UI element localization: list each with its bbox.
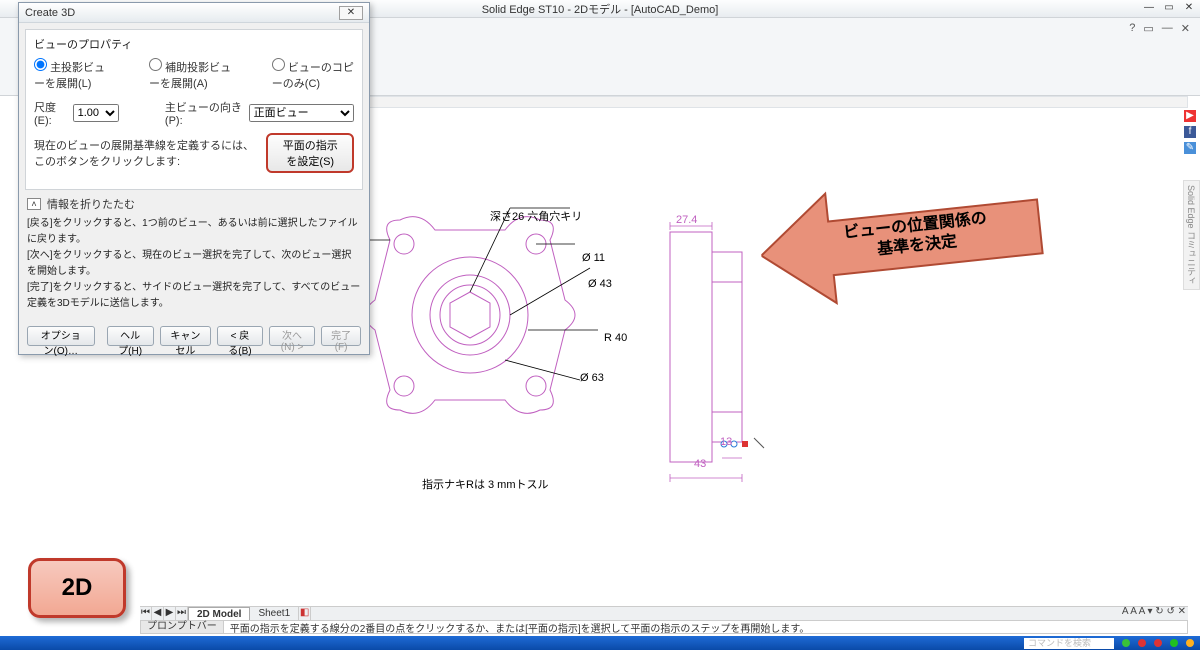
status-taskbar: コマンドを検索 [0, 636, 1200, 650]
group-title: ビューのプロパティ [34, 36, 354, 52]
label-dia63: Ø 63 [580, 372, 604, 384]
cancel-button[interactable]: キャンセル [160, 326, 211, 346]
radio-main-projection[interactable]: 主投影ビューを展開(L) [34, 58, 115, 91]
youtube-icon[interactable]: ▶ [1184, 110, 1196, 122]
orient-select[interactable]: 正面ビュー [249, 104, 354, 122]
sheet-tabs: ⏮ ◀ ▶ ⏭ 2D Model Sheet1 ◧ [140, 606, 1188, 620]
collapse-info-icon[interactable]: ˄ [27, 198, 41, 210]
options-button[interactable]: オプション(O)… [27, 326, 95, 346]
back-button[interactable]: < 戻る(B) [217, 326, 263, 346]
help-button[interactable]: ヘルプ(H) [107, 326, 154, 346]
status-dot-red2 [1154, 639, 1162, 647]
minimize-child-icon[interactable]: — [1162, 22, 1173, 35]
minimize-icon[interactable]: — [1142, 2, 1156, 14]
info-body: [戻る]をクリックすると、1つ前のビュー、あるいは前に選択したファイルに戻ります… [27, 216, 361, 312]
maximize-icon[interactable]: ▭ [1162, 2, 1176, 14]
tab-2d-model[interactable]: 2D Model [188, 607, 250, 621]
finish-button[interactable]: 完了(F) [321, 326, 361, 346]
tab-scroll-last-icon[interactable]: ⏭ [176, 607, 188, 621]
next-button[interactable]: 次へ(N) > [269, 326, 315, 346]
scale-select[interactable]: 1.00 [73, 104, 119, 122]
mode-badge-2d: 2D [28, 558, 126, 618]
community-tab[interactable]: Solid Edge コミュニティ [1183, 180, 1200, 290]
tab-add-icon[interactable]: ◧ [299, 607, 311, 621]
help-icon[interactable]: ? [1129, 22, 1135, 35]
social-icons: ▶ f ✎ [1184, 110, 1198, 154]
status-dot-green2 [1170, 639, 1178, 647]
radio-aux-projection[interactable]: 補助投影ビューを展開(A) [149, 58, 238, 91]
status-dot-orange [1186, 639, 1194, 647]
orient-label: 主ビューの向き(P): [165, 99, 243, 127]
close-child-icon[interactable]: ✕ [1181, 22, 1190, 35]
label-bottom-note: 指示ナキRは 3 mmトスル [422, 476, 549, 492]
create-3d-dialog: Create 3D ✕ ビューのプロパティ 主投影ビューを展開(L) 補助投影ビ… [18, 2, 370, 355]
label-top-note: 深さ26 六角穴キリ [490, 208, 582, 224]
close-icon[interactable]: ✕ [1182, 2, 1196, 14]
tab-scroll-next-icon[interactable]: ▶ [164, 607, 176, 621]
dim-bottom: 43 [694, 458, 706, 470]
dim-small: 13 [720, 436, 732, 448]
label-dia43: Ø 43 [588, 278, 612, 290]
label-r40: R 40 [604, 332, 627, 344]
callout-arrow: ビューの位置関係の 基準を決定 [754, 150, 1067, 321]
set-plane-button[interactable]: 平面の指示を設定(S) [266, 133, 354, 173]
blog-icon[interactable]: ✎ [1184, 142, 1196, 154]
status-dot-green [1122, 639, 1130, 647]
info-header: 情報を折りたたむ [47, 196, 135, 212]
label-dia11: Ø 11 [582, 252, 605, 264]
tab-sheet1[interactable]: Sheet1 [250, 607, 299, 621]
facebook-icon[interactable]: f [1184, 126, 1196, 138]
tab-scroll-first-icon[interactable]: ⏮ [140, 607, 152, 621]
status-dot-red [1138, 639, 1146, 647]
view-options[interactable]: A A A ▾ ↻ ↺ ✕ [1122, 604, 1186, 618]
window-restore-icon[interactable]: ▭ [1143, 22, 1153, 35]
command-search[interactable]: コマンドを検索 [1024, 638, 1114, 649]
instr-label: 現在のビューの展開基準線を定義するには、このボタンをクリックします: [34, 137, 260, 169]
dialog-title: Create 3D [25, 7, 75, 19]
flange-front-view [340, 200, 600, 430]
prompt-label: プロンプトバー [141, 621, 224, 633]
scale-label: 尺度(E): [34, 99, 67, 127]
dim-top: 27.4 [676, 214, 697, 226]
app-title: Solid Edge ST10 - 2Dモデル - [AutoCAD_Demo] [482, 1, 719, 17]
radio-copy-only[interactable]: ビューのコピーのみ(C) [272, 58, 354, 91]
dialog-close-button[interactable]: ✕ [339, 6, 363, 20]
tab-scroll-prev-icon[interactable]: ◀ [152, 607, 164, 621]
prompt-bar: プロンプトバー 平面の指示を定義する線分の2番目の点をクリックするか、または[平… [140, 620, 1188, 634]
prompt-text: 平面の指示を定義する線分の2番目の点をクリックするか、または[平面の指示]を選択… [224, 620, 810, 635]
